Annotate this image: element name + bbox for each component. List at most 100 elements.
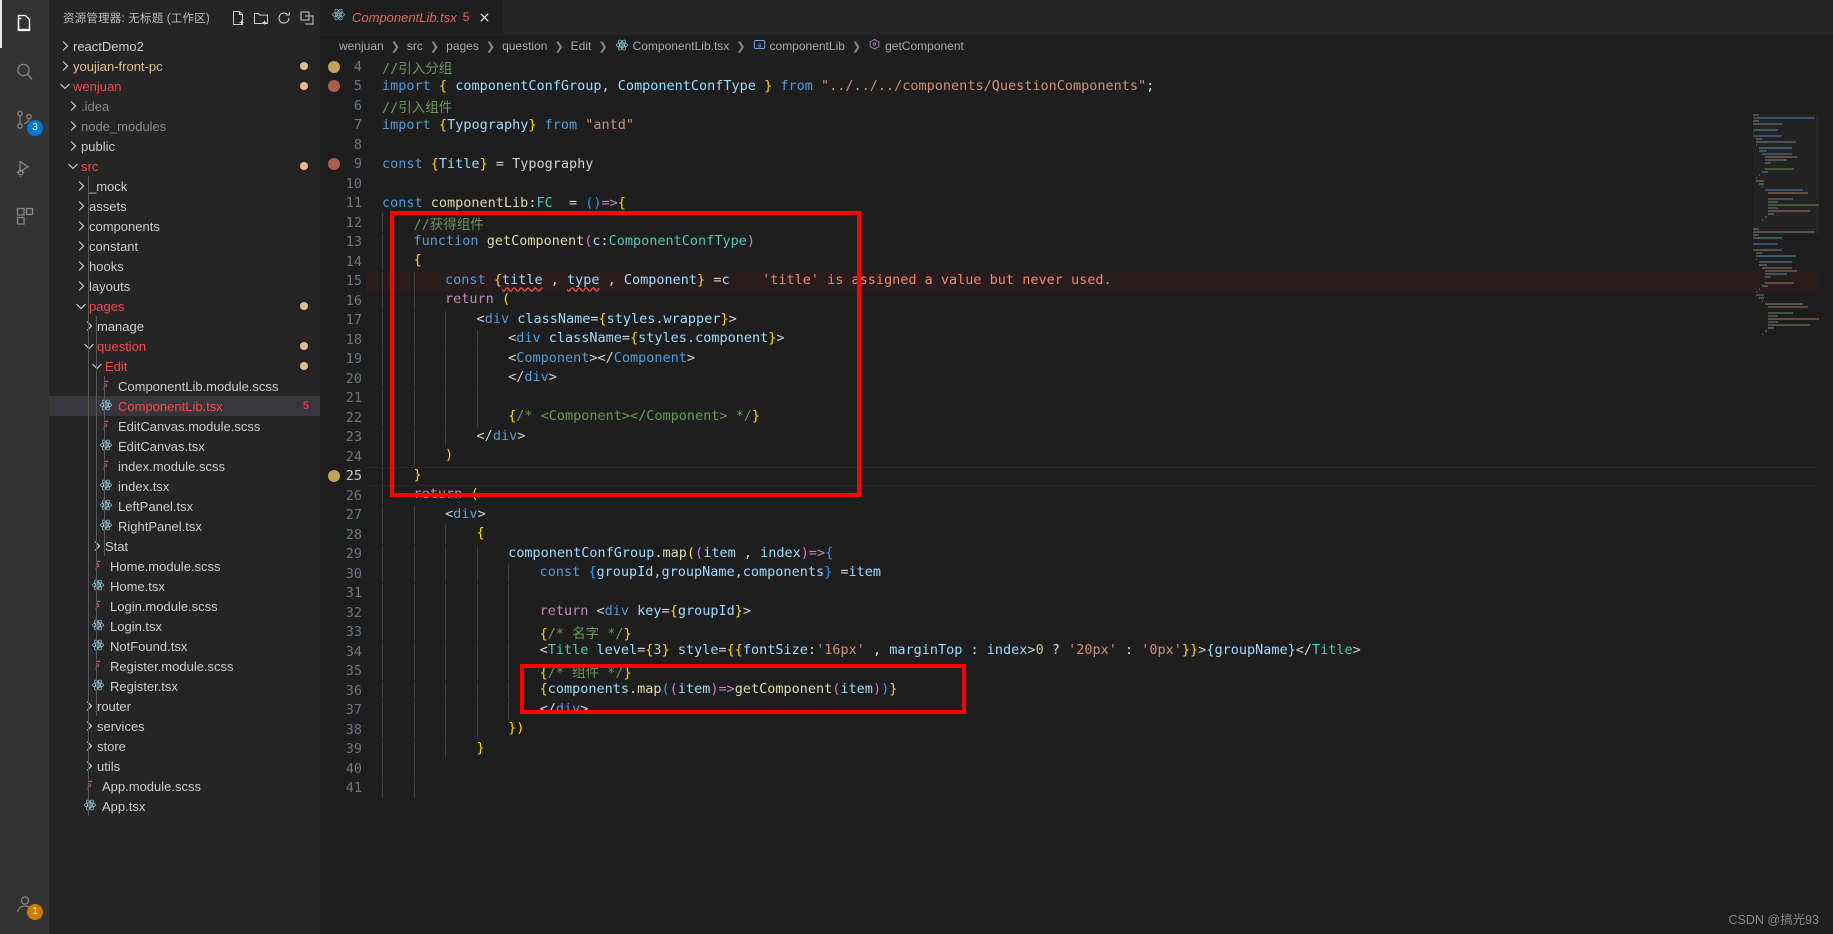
tree-item-home-module-scss[interactable]: Home.module.scss	[49, 556, 320, 576]
code-line[interactable]: 37 </div>	[320, 700, 1833, 721]
tree-item-editcanvas-tsx[interactable]: EditCanvas.tsx	[49, 436, 320, 456]
tree-item-wenjuan[interactable]: wenjuan	[49, 76, 320, 96]
tree-item-hooks[interactable]: hooks	[49, 256, 320, 276]
code-line[interactable]: 5 import { componentConfGroup, ComponentC…	[320, 77, 1833, 97]
code-editor[interactable]: 4//引入分组 5 import { componentConfGroup, Com…	[320, 57, 1833, 934]
code-line[interactable]: 31	[320, 583, 1833, 604]
code-line[interactable]: 32 return <div key={groupId}>	[320, 603, 1833, 623]
activity-bar-item-source-control[interactable]: 3	[0, 96, 49, 144]
code-line[interactable]: 28 {	[320, 525, 1833, 545]
tree-item-login-tsx[interactable]: Login.tsx	[49, 616, 320, 636]
chevron-right-icon[interactable]	[57, 38, 73, 54]
tree-item-home-tsx[interactable]: Home.tsx	[49, 576, 320, 596]
tree-item-router[interactable]: router	[49, 696, 320, 716]
code-line[interactable]: 13 function getComponent(c:ComponentConfT…	[320, 232, 1833, 253]
code-line[interactable]: 36 {components.map((item)=>getComponent(i…	[320, 681, 1833, 701]
chevron-right-icon[interactable]	[81, 698, 97, 714]
tree-item-app-module-scss[interactable]: App.module.scss	[49, 776, 320, 796]
tree-item-store[interactable]: store	[49, 736, 320, 756]
code-line[interactable]: 10	[320, 174, 1833, 194]
tree-item-mock[interactable]: _mock	[49, 176, 320, 196]
chevron-right-icon[interactable]	[73, 218, 89, 234]
activity-bar-item-extensions[interactable]	[0, 192, 49, 240]
editor-scrollbar[interactable]	[1819, 114, 1833, 934]
new-file-icon[interactable]	[227, 7, 249, 29]
code-line[interactable]: 18 <div className={styles.component}>	[320, 330, 1833, 350]
tree-item-register-module-scss[interactable]: Register.module.scss	[49, 656, 320, 676]
code-line[interactable]: 23 </div>	[320, 427, 1833, 448]
tree-item-componentlib-module-scss[interactable]: ComponentLib.module.scss	[49, 376, 320, 396]
chevron-right-icon[interactable]	[57, 58, 73, 74]
code-line[interactable]: 7 import {Typography} from "antd"	[320, 116, 1833, 136]
code-line[interactable]: 34 <Title level={3} style={{fontSize:'16p…	[320, 642, 1833, 662]
tree-item-assets[interactable]: assets	[49, 196, 320, 216]
chevron-right-icon[interactable]	[73, 238, 89, 254]
tree-item-index-tsx[interactable]: index.tsx	[49, 476, 320, 496]
code-lines[interactable]: 4//引入分组 5 import { componentConfGroup, Com…	[320, 57, 1833, 934]
chevron-right-icon[interactable]	[89, 538, 105, 554]
tree-item-idea[interactable]: .idea	[49, 96, 320, 116]
code-line[interactable]: 22 {/* <Component></Component> */}	[320, 408, 1833, 428]
close-icon[interactable]	[475, 8, 493, 26]
tree-item-componentlib-tsx[interactable]: ComponentLib.tsx 5	[49, 396, 320, 416]
code-line[interactable]: 15 const {title , type , Component} =c 't…	[320, 271, 1833, 291]
tree-item-src[interactable]: src	[49, 156, 320, 176]
glyph-margin-marker[interactable]	[328, 60, 340, 73]
tree-item-public[interactable]: public	[49, 136, 320, 156]
tree-item-reactdemo2[interactable]: reactDemo2	[49, 36, 320, 56]
code-line[interactable]: 6 //引入组件	[320, 96, 1833, 116]
chevron-right-icon[interactable]	[73, 178, 89, 194]
code-line[interactable]: 21	[320, 388, 1833, 409]
code-line[interactable]: 16 return (	[320, 291, 1833, 311]
chevron-down-icon[interactable]	[89, 358, 105, 374]
breadcrumb[interactable]: wenjuan ❯ src ❯ pages ❯ question ❯ Edit ❯ Componen…	[320, 35, 1833, 57]
chevron-right-icon[interactable]	[73, 278, 89, 294]
activity-bar-item-search[interactable]	[0, 48, 49, 96]
chevron-right-icon[interactable]	[81, 758, 97, 774]
code-line[interactable]: 41	[320, 778, 1833, 799]
code-line[interactable]: 39}	[320, 739, 1833, 760]
tree-item-youjian-front-pc[interactable]: youjian-front-pc	[49, 56, 320, 76]
code-line[interactable]: 8	[320, 135, 1833, 155]
code-line[interactable]: 9 const {Title} = Typography	[320, 155, 1833, 175]
tree-item-services[interactable]: services	[49, 716, 320, 736]
code-line[interactable]: 40	[320, 759, 1833, 779]
tree-item-notfound-tsx[interactable]: NotFound.tsx	[49, 636, 320, 656]
breadcrumb-item-edit[interactable]: Edit	[569, 39, 594, 53]
chevron-down-icon[interactable]	[81, 338, 97, 354]
tree-item-editcanvas-module-scss[interactable]: EditCanvas.module.scss	[49, 416, 320, 436]
breadcrumb-item-getcomponent[interactable]: getComponent	[866, 38, 966, 54]
code-line[interactable]: 33 {/* 名字 */}	[320, 622, 1833, 642]
file-tree[interactable]: reactDemo2 youjian-front-pc wenjuan .idea no…	[49, 35, 320, 934]
code-line[interactable]: 27 <div>	[320, 505, 1833, 526]
activity-bar-item-explorer[interactable]	[0, 0, 49, 48]
code-line[interactable]: 20 </div>	[320, 369, 1833, 389]
chevron-right-icon[interactable]	[65, 98, 81, 114]
code-line[interactable]: 12 //获得组件	[320, 212, 1833, 233]
chevron-right-icon[interactable]	[65, 138, 81, 154]
code-line[interactable]: 26 return (	[320, 486, 1833, 506]
code-line[interactable]: 25}	[320, 466, 1833, 487]
chevron-right-icon[interactable]	[73, 258, 89, 274]
tree-item-leftpanel-tsx[interactable]: LeftPanel.tsx	[49, 496, 320, 516]
tree-item-pages[interactable]: pages	[49, 296, 320, 316]
code-line[interactable]: 30 const {groupId,groupName,components} =…	[320, 564, 1833, 584]
chevron-down-icon[interactable]	[57, 78, 73, 94]
tree-item-edit[interactable]: Edit	[49, 356, 320, 376]
tree-item-rightpanel-tsx[interactable]: RightPanel.tsx	[49, 516, 320, 536]
code-line[interactable]: 35 {/* 组件 */}	[320, 661, 1833, 681]
refresh-icon[interactable]	[273, 7, 295, 29]
tree-item-index-module-scss[interactable]: index.module.scss	[49, 456, 320, 476]
tree-item-manage[interactable]: manage	[49, 316, 320, 336]
chevron-down-icon[interactable]	[73, 298, 89, 314]
tree-item-utils[interactable]: utils	[49, 756, 320, 776]
collapse-all-icon[interactable]	[296, 7, 318, 29]
breadcrumb-item-wenjuan[interactable]: wenjuan	[337, 39, 386, 53]
chevron-right-icon[interactable]	[65, 118, 81, 134]
code-line[interactable]: 19 <Component></Component>	[320, 349, 1833, 370]
activity-bar-item-run-and-debug[interactable]	[0, 144, 49, 192]
tree-item-layouts[interactable]: layouts	[49, 276, 320, 296]
breadcrumb-item-componentlib-tsx[interactable]: ComponentLib.tsx	[613, 38, 732, 55]
chevron-right-icon[interactable]	[81, 738, 97, 754]
chevron-right-icon[interactable]	[81, 718, 97, 734]
